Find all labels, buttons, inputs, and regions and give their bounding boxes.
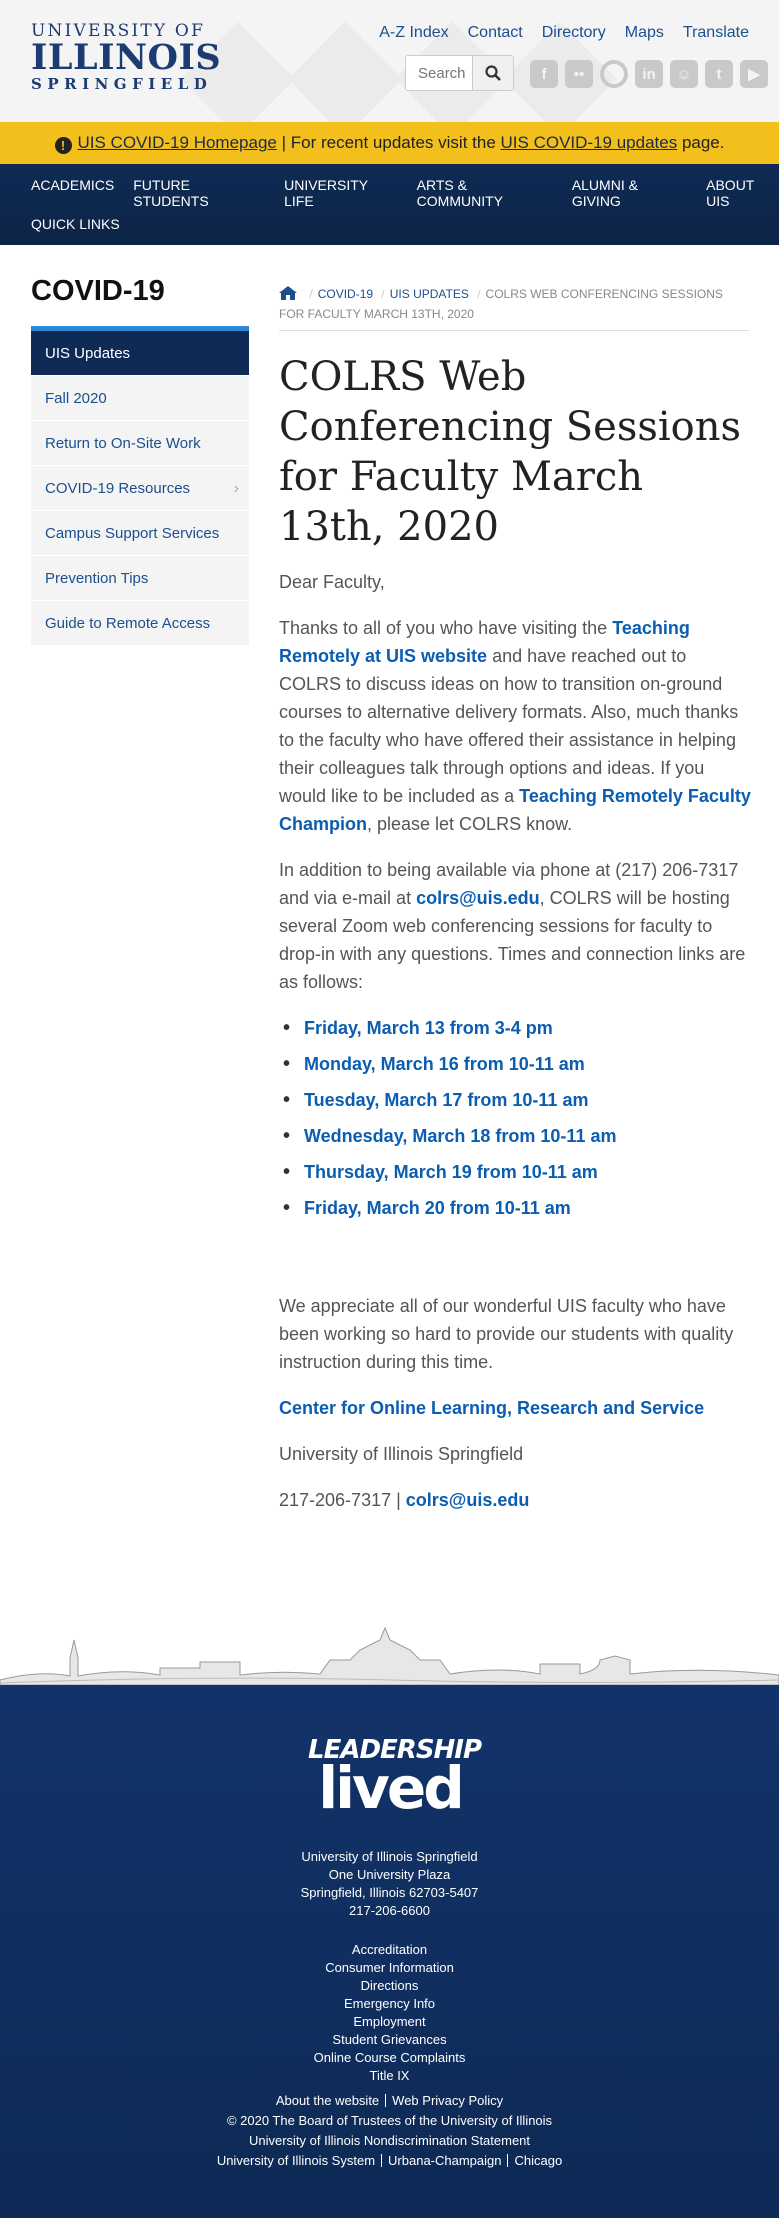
contact-line: 217-206-7317 | colrs@uis.edu (279, 1490, 530, 1510)
translate-link[interactable]: Translate (683, 24, 749, 42)
utility-links: A-Z Index Contact Directory Maps Transla… (379, 24, 749, 42)
paragraph-1: Thanks to all of you who have visiting t… (279, 618, 751, 834)
session-link[interactable]: Wednesday, March 18 from 10-11 am (279, 1122, 753, 1150)
sessions-list: Friday, March 13 from 3-4 pm Monday, Mar… (279, 1014, 753, 1222)
covid-homepage-link[interactable]: UIS COVID-19 Homepage (78, 133, 277, 152)
linkedin-icon[interactable]: in (635, 60, 663, 88)
home-link[interactable] (279, 286, 301, 301)
footer-bottom: About the website Web Privacy Policy © 20… (0, 2091, 779, 2171)
nav-arts-community[interactable]: ARTS & COMMUNITY (417, 177, 553, 209)
article-body: Dear Faculty, Thanks to all of you who h… (279, 568, 753, 1532)
alert-text: | For recent updates visit the (276, 133, 501, 152)
urbana-link[interactable]: Urbana-Champaign (388, 2153, 501, 2168)
instagram-icon[interactable] (600, 60, 628, 88)
alert-text-end: page. (677, 133, 725, 152)
home-icon (279, 286, 297, 300)
copyright: © 2020 The Board of Trustees of the Univ… (226, 2113, 553, 2128)
contact-link[interactable]: Contact (468, 24, 523, 42)
page-title: COLRS Web Conferencing Sessions for Facu… (279, 354, 742, 550)
search-button[interactable] (472, 56, 513, 90)
breadcrumb: / COVID-19 /UIS UPDATES / COLRS WEB CONFER… (279, 284, 749, 331)
about-website-link[interactable]: About the website (276, 2093, 379, 2108)
footer-links: Accreditation Consumer Information Direc… (0, 1941, 779, 2085)
sidebar-item-remote-access[interactable]: Guide to Remote Access (31, 601, 249, 646)
nav-alumni-giving[interactable]: ALUMNI & GIVING (572, 177, 687, 209)
facebook-icon[interactable]: f (530, 60, 558, 88)
sidebar-title: COVID-19 (31, 275, 165, 307)
session-link[interactable]: Thursday, March 19 from 10-11 am (279, 1158, 753, 1186)
session-link[interactable]: Monday, March 16 from 10-11 am (279, 1050, 753, 1078)
directory-link[interactable]: Directory (542, 24, 606, 42)
sidebar-item-fall-2020[interactable]: Fall 2020 (31, 376, 249, 421)
nav-academics[interactable]: ACADEMICS (31, 177, 114, 209)
snapchat-icon[interactable]: ☺ (670, 60, 698, 88)
footer-title-ix[interactable]: Title IX (370, 2068, 410, 2083)
session-link[interactable]: Tuesday, March 17 from 10-11 am (279, 1086, 753, 1114)
footer-student-grievances[interactable]: Student Grievances (332, 2032, 446, 2047)
chevron-right-icon[interactable]: › (234, 466, 239, 511)
nav-future-students[interactable]: FUTURE STUDENTS (133, 177, 265, 209)
logo-line2: ILLINOIS (31, 37, 222, 78)
footer-consumer-info[interactable]: Consumer Information (325, 1960, 454, 1975)
sidebar-item-prevention-tips[interactable]: Prevention Tips (31, 556, 249, 601)
site-footer: LEADERSHIP lived University of Illinois … (0, 1685, 779, 2218)
main-nav: ACADEMICS FUTURE STUDENTS UNIVERSITY LIF… (0, 164, 779, 245)
breadcrumb-uis-updates[interactable]: UIS UPDATES (390, 287, 469, 301)
search-input[interactable] (406, 56, 472, 90)
sidebar-item-campus-support[interactable]: Campus Support Services (31, 511, 249, 556)
greeting: Dear Faculty, (279, 572, 385, 592)
session-link[interactable]: Friday, March 20 from 10-11 am (279, 1194, 753, 1222)
search-icon (485, 65, 501, 81)
maps-link[interactable]: Maps (625, 24, 664, 42)
colrs-email-link[interactable]: colrs@uis.edu (416, 888, 540, 908)
nav-university-life[interactable]: UNIVERSITY LIFE (284, 177, 398, 209)
leadership-lived-logo: LEADERSHIP lived (308, 1735, 482, 1822)
ui-system-link[interactable]: University of Illinois System (217, 2153, 375, 2168)
university-name: University of Illinois Springfield (279, 1444, 524, 1464)
youtube-icon[interactable]: ▶ (740, 60, 768, 88)
footer-directions[interactable]: Directions (361, 1978, 419, 1993)
site-header: ◆◆◆◆ University of ILLINOIS SPRINGFIELD … (0, 0, 779, 122)
twitter-icon[interactable]: t (705, 60, 733, 88)
nondiscrimination-link[interactable]: University of Illinois Nondiscrimination… (249, 2133, 530, 2148)
social-links: f •• in ☺ t ▶ (530, 60, 768, 88)
campus-skyline-illustration (0, 1620, 779, 1685)
privacy-policy-link[interactable]: Web Privacy Policy (392, 2093, 503, 2108)
sidebar-item-return-onsite[interactable]: Return to On-Site Work (31, 421, 249, 466)
colrs-center-link[interactable]: Center for Online Learning, Research and… (279, 1398, 704, 1418)
footer-address: University of Illinois Springfield One U… (300, 1849, 479, 1918)
session-link[interactable]: Friday, March 13 from 3-4 pm (279, 1014, 753, 1042)
covid-alert-bar: ! UIS COVID-19 Homepage | For recent upda… (0, 122, 779, 164)
flickr-icon[interactable]: •• (565, 60, 593, 88)
paragraph-2: In addition to being available via phone… (279, 860, 746, 992)
logo-line3: SPRINGFIELD (31, 75, 213, 93)
nav-quick-links[interactable]: QUICK LINKS (31, 216, 120, 232)
az-index-link[interactable]: A-Z Index (379, 24, 448, 42)
search-box (405, 55, 514, 91)
breadcrumb-covid[interactable]: COVID-19 (318, 287, 373, 301)
nav-about-uis[interactable]: ABOUT UIS (706, 177, 779, 209)
alert-icon: ! (54, 137, 72, 154)
sidebar-item-uis-updates[interactable]: UIS Updates (31, 331, 249, 376)
footer-emergency-info[interactable]: Emergency Info (344, 1996, 435, 2011)
footer-employment[interactable]: Employment (353, 2014, 425, 2029)
footer-online-complaints[interactable]: Online Course Complaints (314, 2050, 466, 2065)
sidebar-menu: UIS Updates Fall 2020 Return to On-Site … (31, 326, 249, 646)
paragraph-3: We appreciate all of our wonderful UIS f… (279, 1296, 734, 1372)
uis-logo[interactable]: University of ILLINOIS SPRINGFIELD (31, 22, 222, 93)
footer-accreditation[interactable]: Accreditation (352, 1942, 427, 1957)
chicago-link[interactable]: Chicago (514, 2153, 562, 2168)
sidebar-item-covid-resources[interactable]: COVID-19 Resources › (31, 466, 249, 511)
contact-email-link[interactable]: colrs@uis.edu (406, 1490, 530, 1510)
covid-updates-link[interactable]: UIS COVID-19 updates (501, 133, 678, 152)
